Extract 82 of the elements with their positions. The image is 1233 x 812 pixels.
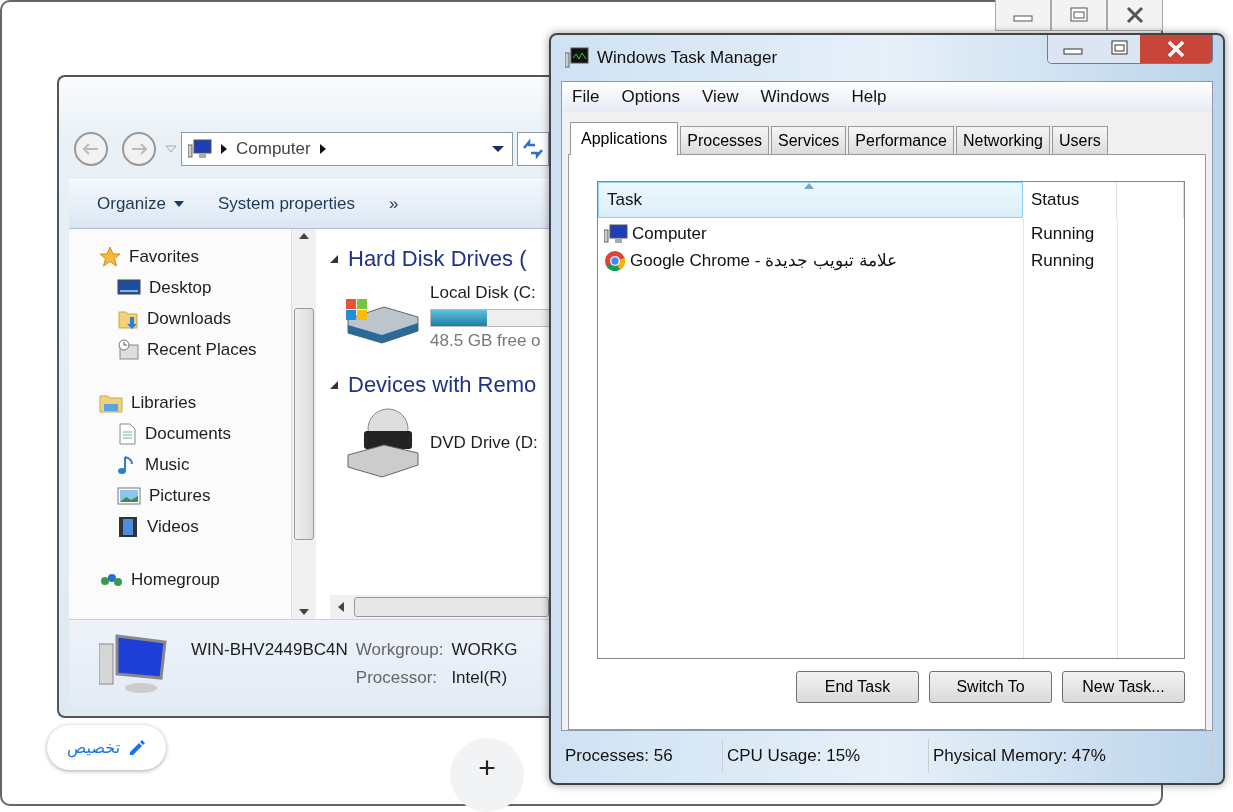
nav-item[interactable]: Desktop	[149, 277, 212, 298]
star-icon	[99, 245, 121, 268]
status-text: CPU Usage: 15%	[723, 739, 929, 773]
menu-item[interactable]: File	[572, 87, 600, 107]
collapse-triangle-icon[interactable]	[330, 381, 338, 389]
maximize-icon[interactable]	[1098, 35, 1140, 63]
monitor-graph-icon	[565, 47, 589, 69]
people-icon	[99, 572, 123, 587]
refresh-icon[interactable]	[517, 132, 549, 166]
task-name[interactable]: Google Chrome - علامة تبويب جديدة	[630, 250, 897, 271]
computer-name: WIN-BHV2449BC4N	[191, 640, 348, 660]
drive-label[interactable]: DVD Drive (D:	[430, 433, 538, 453]
landscape-picture-icon	[117, 485, 141, 506]
computer-icon	[604, 223, 628, 244]
task-name[interactable]: Computer	[632, 223, 707, 244]
more-button[interactable]: »	[389, 194, 399, 214]
address-bar[interactable]: Computer	[181, 132, 513, 166]
drive-label[interactable]: Local Disk (C:	[430, 283, 551, 303]
nav-group-item[interactable]: Homegroup	[131, 569, 220, 590]
menu-item[interactable]: Options	[621, 87, 680, 107]
toolbar-button[interactable]: System properties	[218, 194, 355, 214]
detail-value: WORKG	[451, 640, 518, 660]
up-arrow-icon[interactable]	[299, 233, 309, 239]
computer-icon	[188, 139, 212, 159]
close-icon[interactable]	[1140, 35, 1212, 63]
column-header[interactable]: Task	[598, 182, 1023, 218]
menu-item[interactable]: View	[702, 87, 739, 107]
nav-item[interactable]: Pictures	[149, 485, 211, 506]
section-header[interactable]: Hard Disk Drives (	[348, 246, 527, 272]
nav-group-item[interactable]: Libraries	[131, 392, 197, 413]
action-button[interactable]: Switch To	[929, 671, 1052, 703]
minimize-icon[interactable]	[1048, 35, 1098, 63]
left-arrow-icon[interactable]	[338, 602, 344, 612]
tab[interactable]: Services	[771, 126, 847, 154]
tab[interactable]: Performance	[848, 126, 954, 154]
nav-group-item[interactable]: Favorites	[129, 246, 199, 267]
detail-value: Intel(R)	[451, 668, 509, 688]
computer-icon	[99, 632, 169, 696]
caret-icon[interactable]	[492, 145, 504, 153]
nav-item[interactable]: Downloads	[147, 308, 232, 329]
nav-item[interactable]: Recent Places	[147, 339, 257, 360]
action-button[interactable]: End Task	[796, 671, 919, 703]
close-icon[interactable]	[1107, 0, 1163, 31]
chevron-icon	[220, 143, 228, 155]
pencil-icon	[128, 738, 147, 757]
monitor-icon	[117, 277, 141, 298]
maximize-icon[interactable]	[1051, 0, 1107, 31]
free-space-text: 48.5 GB free o	[430, 331, 542, 351]
collapse-triangle-icon[interactable]	[330, 255, 338, 263]
clock-document-icon	[117, 338, 139, 361]
document-icon	[117, 422, 137, 445]
tab[interactable]: Networking	[955, 126, 1050, 154]
caret-icon	[174, 201, 184, 207]
section-header[interactable]: Devices with Remo	[348, 372, 537, 398]
status-text: Processes: 56	[561, 739, 723, 773]
menu-item[interactable]: Windows	[760, 87, 830, 107]
customize-button[interactable]: تخصيص	[47, 725, 167, 770]
tab[interactable]: Processes	[680, 126, 769, 154]
menu-item[interactable]: Help	[851, 87, 887, 107]
sort-arrow-icon	[804, 183, 814, 189]
action-button[interactable]: New Task...	[1062, 671, 1185, 703]
task-status: Running	[1030, 249, 1096, 272]
tab[interactable]: Applications	[570, 122, 679, 155]
detail-label: Workgroup:	[355, 640, 444, 660]
round-logo-icon	[604, 249, 626, 272]
film-strip-icon	[117, 515, 139, 538]
minimize-icon[interactable]	[995, 0, 1051, 31]
organize-menu-button[interactable]: Organize	[97, 194, 184, 214]
detail-label: Processor:	[355, 668, 439, 688]
nav-item[interactable]: Music	[145, 454, 190, 475]
horizontal-scrollbar[interactable]	[330, 595, 549, 619]
chevron-icon	[318, 143, 327, 155]
nav-item[interactable]: Videos	[147, 516, 199, 537]
window-title: Windows Task Manager	[597, 48, 778, 68]
dvd-drive-icon	[344, 407, 420, 479]
status-text: Physical Memory: 47%	[929, 739, 1213, 773]
vertical-scrollbar[interactable]	[291, 229, 316, 619]
down-arrow-icon[interactable]	[299, 609, 309, 615]
nav-item[interactable]: Documents	[145, 423, 231, 444]
breadcrumb[interactable]: Computer	[236, 139, 311, 159]
tab[interactable]: Users	[1051, 126, 1108, 154]
task-status: Running	[1030, 222, 1096, 245]
